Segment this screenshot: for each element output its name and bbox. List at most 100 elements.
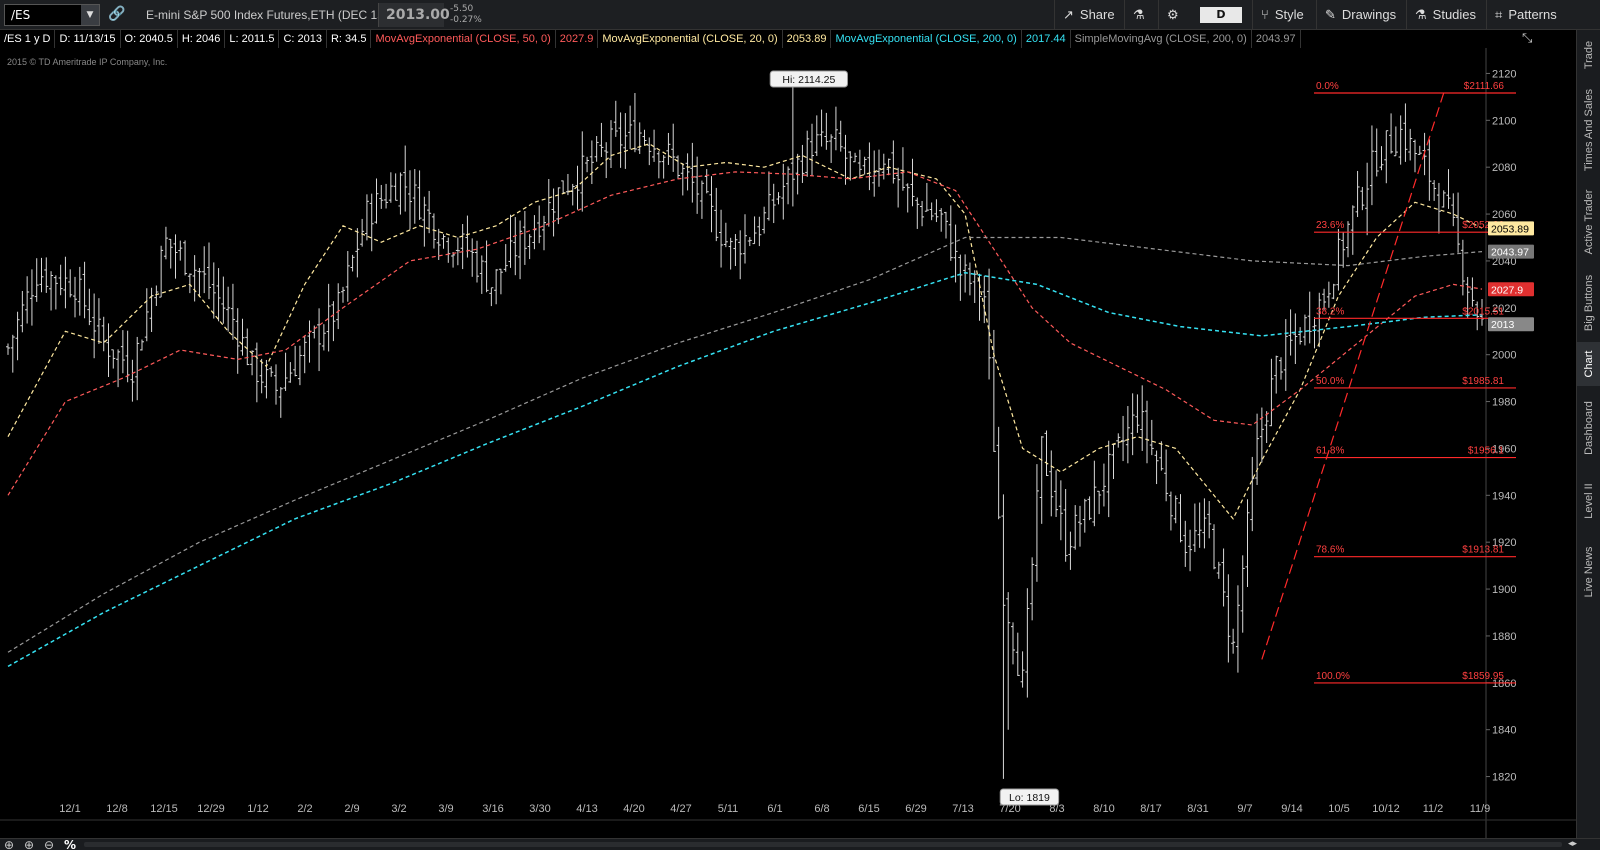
price-bar [824, 112, 829, 150]
price-bar [628, 105, 633, 150]
style-button[interactable]: ⑂ Style [1252, 0, 1316, 30]
fib-level-price: $1913.81 [1462, 545, 1504, 556]
price-bar [1326, 281, 1331, 308]
price-bar [680, 163, 685, 196]
chart-period[interactable]: /ES 1 y D [0, 30, 56, 48]
price-bar [800, 144, 805, 183]
price-bar [1269, 358, 1274, 427]
price-bar [1307, 291, 1312, 344]
price-bar [1001, 494, 1006, 779]
price-bar [1274, 355, 1279, 394]
zoom-out-icon[interactable]: ⊖ [44, 838, 54, 850]
symbol-selector[interactable]: /ES ▼ [4, 4, 100, 26]
horizontal-scrollbar[interactable] [84, 842, 1562, 847]
price-tag-text: 2053.89 [1491, 223, 1529, 235]
share-button[interactable]: ↗ Share [1054, 0, 1124, 30]
x-tick-label: 12/15 [150, 803, 178, 815]
price-bar [341, 286, 345, 303]
price-bar [369, 193, 374, 252]
study-sma200-label[interactable]: SimpleMovingAvg (CLOSE, 200, 0) [1071, 30, 1252, 48]
price-bar [642, 129, 647, 146]
tab-dashboard[interactable]: Dashboard [1577, 386, 1600, 470]
aggregation-selector[interactable]: D [1200, 7, 1242, 23]
fib-level-pct: 100.0% [1316, 671, 1350, 682]
study-ema50-label[interactable]: MovAvgExponential (CLOSE, 50, 0) [371, 30, 556, 48]
flask-button[interactable]: ⚗ [1124, 0, 1158, 30]
symbol-description: E-mini S&P 500 Index Futures,ETH (DEC 15… [146, 8, 388, 22]
price-bar [111, 349, 116, 369]
price-bar [838, 120, 843, 152]
price-bar [441, 234, 446, 249]
price-bar [235, 308, 240, 374]
link-icon[interactable]: 🔗 [108, 6, 125, 22]
tab-trade[interactable]: Trade [1577, 30, 1600, 80]
price-bar [1427, 139, 1432, 201]
tab-active-trader[interactable]: Active Trader [1577, 180, 1600, 264]
price-bar [278, 387, 283, 418]
patterns-button[interactable]: ⌗ Patterns [1486, 0, 1576, 30]
price-bar [585, 156, 590, 173]
style-icon: ⑂ [1261, 7, 1269, 22]
price-bar [661, 155, 666, 179]
price-bar [1460, 239, 1465, 296]
price-bar [44, 257, 49, 293]
crosshair-icon[interactable]: ⊕ [4, 838, 14, 850]
price-bar [489, 287, 494, 307]
settings-button[interactable]: ⚙ [1158, 0, 1192, 30]
price-change: -5.50 -0.27% [450, 4, 482, 26]
study-legend-bar: /ES 1 y D D: 11/13/15 O: 2040.5 H: 2046 L: 2… [0, 30, 1514, 48]
chevron-down-icon[interactable]: ▼ [81, 5, 99, 25]
price-bar [1025, 588, 1030, 698]
percent-icon[interactable]: % [64, 838, 76, 850]
tab-level-ii[interactable]: Level II [1577, 470, 1600, 532]
price-bar [427, 190, 432, 234]
price-bar [743, 214, 747, 264]
price-bar [934, 199, 939, 223]
x-tick-label: 12/29 [197, 803, 225, 815]
price-bar [403, 145, 408, 212]
symbol-input[interactable]: /ES [11, 8, 30, 22]
price-bar [417, 170, 422, 220]
price-bar [676, 155, 680, 179]
x-tick-label: 6/15 [858, 803, 879, 815]
patterns-icon: ⌗ [1495, 7, 1503, 22]
price-bar [1082, 498, 1087, 533]
price-bar [546, 178, 551, 227]
price-bar [647, 137, 652, 166]
price-bar [987, 268, 992, 380]
price-bar [364, 194, 369, 241]
price-bar [1207, 501, 1212, 539]
tab-live-news[interactable]: Live News [1577, 532, 1600, 612]
price-chart[interactable]: 1820184018601880190019201940196019802000… [0, 0, 1600, 850]
price-bar [1259, 407, 1264, 463]
x-tick-label: 10/5 [1328, 803, 1349, 815]
study-ema200-label[interactable]: MovAvgExponential (CLOSE, 200, 0) [831, 30, 1022, 48]
fib-level-pct: 78.6% [1316, 545, 1344, 556]
price-bar [293, 345, 298, 377]
price-bar [1054, 470, 1059, 517]
price-bar [379, 184, 384, 209]
drawings-button[interactable]: ✎ Drawings [1316, 0, 1406, 30]
price-bar [805, 130, 810, 177]
tab-big-buttons[interactable]: Big Buttons [1577, 264, 1600, 342]
price-bar [10, 334, 15, 373]
price-bar [140, 339, 144, 351]
zoom-in-icon[interactable]: ⊕ [24, 838, 34, 850]
fib-level-pct: 61.8% [1316, 446, 1344, 457]
price-bar [63, 256, 68, 309]
price-bar [972, 270, 977, 304]
studies-button[interactable]: ⚗ Studies [1406, 0, 1486, 30]
price-bar [1283, 319, 1288, 391]
expand-icon[interactable]: ◂▸ [1568, 839, 1577, 849]
tab-times-and-sales[interactable]: Times And Sales [1577, 80, 1600, 180]
price-bar [1135, 394, 1140, 433]
price-bar [475, 240, 479, 283]
price-bar [757, 216, 762, 247]
price-bar [609, 120, 613, 168]
price-bar [527, 234, 532, 260]
collapse-icon[interactable]: ⤡ [1522, 31, 1532, 46]
study-ema20-label[interactable]: MovAvgExponential (CLOSE, 20, 0) [598, 30, 783, 48]
price-tag-text: 2027.9 [1491, 284, 1523, 296]
tab-chart[interactable]: Chart [1577, 342, 1600, 386]
price-bar [1470, 277, 1475, 307]
